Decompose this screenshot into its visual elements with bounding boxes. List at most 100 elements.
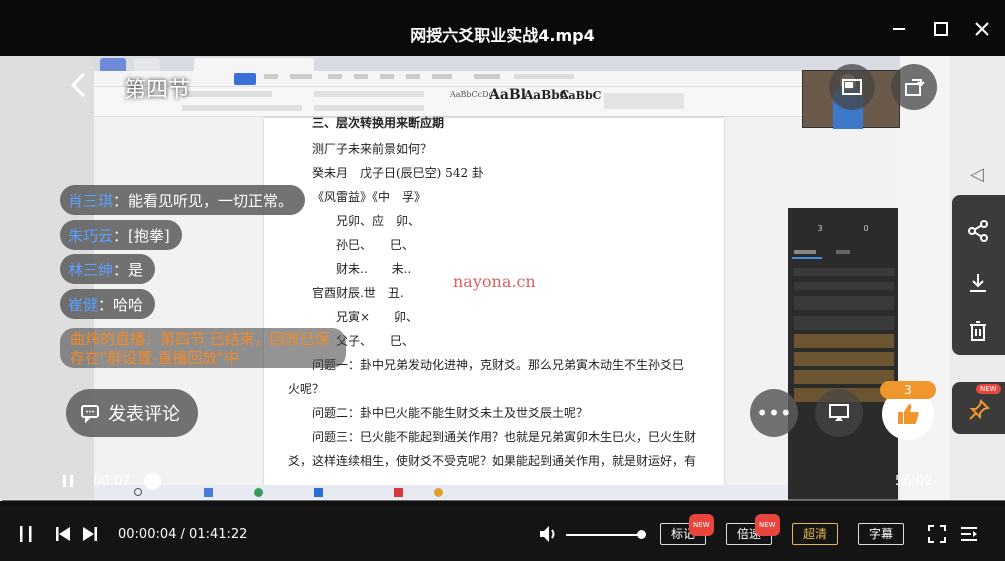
maximize-button[interactable]	[930, 18, 952, 40]
pause-icon	[20, 526, 32, 542]
recorded-menu-item	[354, 74, 368, 79]
recorded-menu-item	[474, 74, 500, 79]
pin-icon	[969, 399, 990, 420]
overlay-current-time: 00:07	[93, 474, 131, 489]
recorded-menu-item	[380, 74, 394, 79]
download-button[interactable]	[966, 271, 990, 299]
recorded-tab	[100, 58, 126, 71]
maximize-icon	[934, 22, 948, 36]
seek-bar-fill	[0, 499, 2, 501]
fullscreen-button[interactable]	[928, 525, 946, 547]
chevron-left-icon	[70, 72, 86, 98]
volume-icon	[540, 526, 555, 542]
danmu-user: 崔健	[68, 295, 99, 314]
recorded-menu-item	[328, 74, 342, 79]
back-button[interactable]	[64, 70, 94, 100]
share-button[interactable]	[966, 219, 990, 247]
mark-button[interactable]: 标记 NEW	[660, 514, 714, 545]
overlay-pause-button[interactable]	[60, 473, 76, 493]
previous-button[interactable]	[54, 525, 72, 547]
fullscreen-icon	[928, 525, 946, 543]
recorded-stat: 0	[863, 224, 869, 233]
danmu-user: 林三绅	[68, 260, 114, 279]
cast-button[interactable]	[815, 389, 863, 437]
danmu-text: ：是	[113, 260, 144, 279]
recorded-chat-item	[794, 370, 894, 384]
style-preview: AaBl	[489, 87, 527, 103]
recorded-chat-item	[794, 352, 894, 366]
recorded-chat-panel: 3 0	[788, 208, 898, 500]
doc-line: 癸未月 戊子日(辰巳空) 542 卦	[312, 166, 484, 180]
subtitle-button[interactable]: 字幕	[858, 523, 904, 545]
pause-button[interactable]	[18, 525, 34, 547]
system-message: 曲炜的直播：第四节 已结束，回放已保存在"群设置-直播回放"中	[60, 328, 346, 368]
ribbon-format-row	[182, 105, 302, 111]
new-badge: NEW	[755, 514, 780, 536]
pause-icon	[63, 475, 73, 487]
ribbon-tools	[604, 93, 684, 109]
more-button[interactable]: •••	[750, 389, 798, 437]
style-preview: AaBbCcDc	[450, 90, 494, 99]
recorded-menu-item	[406, 74, 420, 79]
recorded-chat-tabs	[788, 248, 898, 260]
recorded-tab-label	[794, 250, 816, 254]
doc-line: 官酉财辰.世 丑.	[312, 286, 404, 300]
window-title: 网授六爻职业实战4.mp4	[410, 26, 595, 45]
next-button[interactable]	[81, 525, 99, 547]
volume-button[interactable]	[538, 524, 560, 548]
ribbon-font-box	[182, 91, 272, 97]
recorded-menu-item	[290, 74, 312, 79]
overlay-total-time: 56:02	[895, 474, 933, 489]
volume-slider[interactable]	[566, 534, 642, 536]
control-bar: 00:00:04 / 01:41:22 标记 NEW 倍速 NEW 超清 字幕	[0, 507, 1005, 561]
doc-line: 兄卯、应 卯、	[336, 214, 421, 228]
rotate-button[interactable]	[891, 64, 937, 110]
new-badge: NEW	[976, 384, 1001, 394]
recorded-menu-item	[264, 74, 278, 79]
close-button[interactable]	[971, 18, 993, 40]
doc-line: 问题一：卦中兄弟发动化进神，克财爻。那么兄弟寅木动生不生孙爻巳	[312, 358, 685, 372]
like-count: 3	[880, 381, 936, 399]
screen-switch-button[interactable]	[829, 64, 875, 110]
overlay-seek-knob[interactable]	[144, 473, 161, 490]
collapse-arrow-icon[interactable]: ◁	[970, 164, 984, 185]
delete-button[interactable]	[966, 319, 990, 347]
browser-tabs	[94, 56, 900, 71]
speed-button[interactable]: 倍速 NEW	[726, 514, 780, 545]
subtitle-label: 字幕	[868, 527, 893, 541]
title-bar: 网授六爻职业实战4.mp4	[0, 0, 1005, 56]
total-time: 01:41:22	[189, 527, 248, 542]
comment-button[interactable]: 发表评论	[66, 389, 198, 437]
playlist-button[interactable]	[960, 525, 978, 547]
section-title: 第四节	[124, 78, 191, 103]
danmu-user: 朱巧云	[68, 226, 114, 245]
recorded-chat-item	[794, 268, 894, 276]
recorded-tab	[134, 58, 160, 71]
seek-bar[interactable]	[0, 499, 1005, 501]
more-dots-icon: •••	[756, 401, 792, 425]
recorded-chat-item	[794, 334, 894, 348]
recorded-document-page: 三、层次转换用来断应期 测厂子未来前景如何？ 癸未月 戊子日(辰巳空) 542 …	[264, 116, 724, 500]
rotate-icon	[905, 79, 925, 96]
doc-line: 父子、 巳、	[336, 334, 415, 348]
doc-line: 《风雷益》《中 孚》	[312, 190, 427, 204]
playback-time: 00:00:04 / 01:41:22	[118, 527, 248, 542]
danmu-text: ：哈哈	[98, 295, 144, 314]
minimize-button[interactable]	[888, 18, 910, 40]
recorded-stat: 3	[817, 224, 823, 233]
recorded-tab-label	[836, 250, 850, 254]
quality-button[interactable]: 超清	[792, 523, 838, 545]
playlist-icon	[961, 527, 977, 541]
recorded-ribbon: AaBbCcDc AaBl AaBbC AaBbC	[94, 87, 900, 117]
volume-knob[interactable]	[637, 530, 646, 539]
danmu-message: 朱巧云 ：[抱拳]	[60, 220, 182, 250]
recorded-tab-underline	[792, 257, 822, 259]
doc-line: 问题二：卦中巳火能不能生财爻未土及世爻辰土呢？	[312, 406, 589, 420]
skip-next-icon	[83, 527, 97, 541]
danmu-text: ：[抱拳]	[113, 226, 170, 245]
download-icon	[970, 274, 986, 292]
share-icon	[968, 220, 988, 242]
watermark: nayona.cn	[453, 272, 536, 291]
current-time: 00:00:04	[118, 527, 177, 542]
pin-button[interactable]: NEW	[952, 382, 1005, 434]
